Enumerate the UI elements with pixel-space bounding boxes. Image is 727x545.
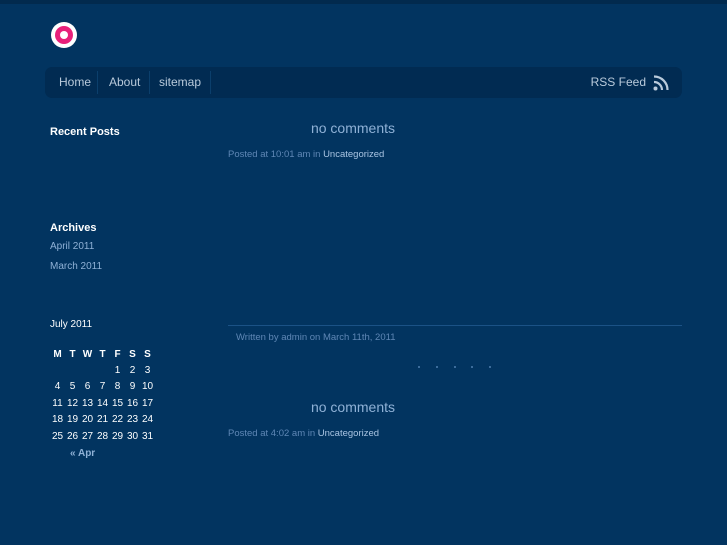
calendar-day [80, 362, 95, 379]
calendar-week-row: 25 26 27 28 29 30 31 [50, 428, 155, 445]
calendar-day: 8 [114, 381, 121, 393]
separator-dot [454, 366, 456, 368]
calendar-day: 28 [96, 430, 109, 442]
weekday-header: W [82, 348, 93, 360]
calendar-day: 19 [66, 414, 79, 426]
nav-item-sitemap[interactable]: sitemap [151, 67, 209, 98]
calendar-day: 20 [81, 414, 94, 426]
rss-icon[interactable] [653, 75, 669, 91]
calendar-day: 24 [141, 414, 154, 426]
calendar-day: 17 [141, 397, 154, 409]
separator-dot [489, 366, 491, 368]
post-meta-posted: Posted at 4:02 am in [228, 428, 318, 439]
main-navigation: Home About sitemap RSS Feed [45, 67, 682, 98]
calendar-day: 16 [126, 397, 139, 409]
calendar-day [95, 362, 110, 379]
calendar-day: 27 [81, 430, 94, 442]
calendar-week-row: 18 19 20 21 22 23 24 [50, 412, 155, 429]
weekday-header: T [99, 348, 106, 360]
calendar-day: 15 [111, 397, 124, 409]
calendar-day: 25 [51, 430, 64, 442]
separator-dot [436, 366, 438, 368]
nav-item-home[interactable]: Home [51, 67, 99, 98]
calendar-day [50, 362, 65, 379]
calendar-day: 30 [126, 430, 139, 442]
nav-item-about[interactable]: About [101, 67, 148, 98]
weekday-header: S [129, 348, 136, 360]
calendar-week-row: 4 5 6 7 8 9 10 [50, 379, 155, 396]
post-meta: Posted at 4:02 am in Uncategorized [228, 428, 379, 439]
calendar-week-row: 11 12 13 14 15 16 17 [50, 395, 155, 412]
calendar-day: 23 [126, 414, 139, 426]
weekday-header: T [69, 348, 76, 360]
calendar-day: 14 [96, 397, 109, 409]
calendar-day: 12 [66, 397, 79, 409]
calendar-day: 22 [111, 414, 124, 426]
calendar-day: 3 [144, 364, 151, 376]
post-category-link[interactable]: Uncategorized [318, 428, 379, 439]
calendar: M T W T F S S 1 2 3 4 5 6 7 8 9 10 11 12… [50, 346, 155, 445]
separator-dot [418, 366, 420, 368]
post-meta-posted: Posted at 10:01 am in [228, 149, 324, 160]
calendar-day [65, 362, 80, 379]
calendar-day: 21 [96, 414, 109, 426]
calendar-caption: July 2011 [50, 319, 93, 330]
calendar-day: 11 [52, 397, 63, 409]
calendar-day: 29 [111, 430, 124, 442]
calendar-day: 26 [66, 430, 79, 442]
nav-divider [210, 71, 211, 94]
calendar-day: 10 [141, 381, 154, 393]
logo-center [60, 31, 68, 39]
weekday-header: M [53, 348, 62, 360]
post-author-line: Written by admin on March 11th, 2011 [236, 332, 396, 343]
archive-link-march-2011[interactable]: March 2011 [50, 261, 102, 272]
top-border [0, 0, 727, 4]
post-meta: Posted at 10:01 am in Uncategorized [228, 149, 384, 160]
separator-dot [471, 366, 473, 368]
calendar-week-row: 1 2 3 [50, 362, 155, 379]
rss-feed-link[interactable]: RSS Feed [591, 67, 646, 98]
calendar-header-row: M T W T F S S [50, 346, 155, 362]
calendar-day: 6 [84, 381, 91, 393]
calendar-day: 18 [51, 414, 64, 426]
recent-posts-heading: Recent Posts [50, 126, 120, 138]
archive-link-april-2011[interactable]: April 2011 [50, 241, 94, 252]
weekday-header: F [114, 348, 121, 360]
calendar-day: 4 [54, 381, 61, 393]
site-logo-icon[interactable] [51, 22, 77, 48]
calendar-day: 7 [99, 381, 106, 393]
calendar-day: 5 [69, 381, 76, 393]
archives-heading: Archives [50, 222, 97, 234]
post-category-link[interactable]: Uncategorized [323, 149, 384, 160]
post-comments-link[interactable]: no comments [228, 399, 478, 415]
post-divider [228, 325, 682, 326]
calendar-day: 13 [81, 397, 94, 409]
calendar-day: 9 [129, 381, 136, 393]
calendar-prev-month-link[interactable]: « Apr [70, 448, 95, 459]
calendar-day: 31 [141, 430, 154, 442]
nav-divider [149, 71, 150, 94]
nav-divider [97, 71, 98, 94]
weekday-header: S [144, 348, 151, 360]
calendar-day: 1 [114, 364, 121, 376]
post-comments-link[interactable]: no comments [228, 120, 478, 136]
calendar-day: 2 [129, 364, 136, 376]
calendar-table: M T W T F S S 1 2 3 4 5 6 7 8 9 10 11 12… [50, 346, 155, 445]
